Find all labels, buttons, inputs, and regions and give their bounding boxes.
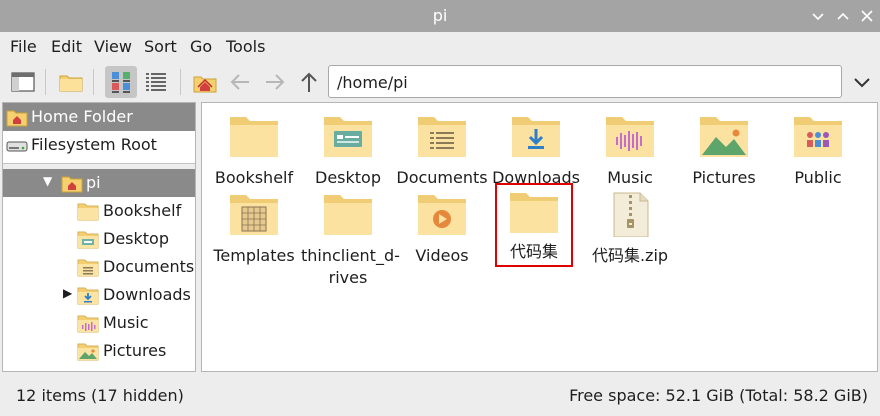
icon-view-button[interactable] [105,66,137,98]
tree-item-desktop[interactable]: Desktop [3,225,195,253]
menu-tools[interactable]: Tools [226,37,265,56]
place-filesystem-root[interactable]: Filesystem Root [3,131,195,159]
tree-label: pi [86,173,101,192]
home-button[interactable] [189,66,221,98]
menu-file[interactable]: File [10,37,37,56]
path-history-dropdown[interactable] [846,66,878,98]
menu-view[interactable]: View [94,37,132,56]
tree-label: Documents [103,257,195,276]
downloads-folder-icon [510,113,562,159]
desktop-folder-icon [322,113,374,159]
side-panel: Home Folder Filesystem Root ▼ pi Bookshe… [2,102,196,372]
list-view-button[interactable] [140,66,172,98]
new-window-button[interactable] [7,66,39,98]
expander-down-icon[interactable]: ▼ [43,174,52,188]
tree-label: Desktop [103,229,169,248]
close-icon[interactable] [858,7,876,25]
tree-item-downloads[interactable]: ▶ Downloads [3,281,195,309]
toolbar-separator [180,69,181,95]
file-item-thinclient-drives[interactable]: thinclient_d- rives [301,181,400,289]
expander-right-icon[interactable]: ▶ [63,286,72,300]
free-space: Free space: 52.1 GiB (Total: 58.2 GiB) [569,386,868,405]
menu-sort[interactable]: Sort [144,37,177,56]
file-name: 代码集.zip [591,246,669,265]
pictures-folder-icon [77,343,99,361]
tree-item-music[interactable]: Music [3,309,195,337]
file-name: Templates [213,246,295,265]
file-item-code-collection[interactable]: 代码集 [495,183,573,267]
place-label: Filesystem Root [31,135,157,154]
file-item-templates[interactable]: Templates [207,181,301,267]
folder-icon [77,203,99,221]
folder-icon [508,189,560,235]
path-bar[interactable] [328,65,842,98]
new-tab-button[interactable] [55,66,87,98]
path-input[interactable] [337,72,827,92]
public-folder-icon [792,113,844,159]
window-title: pi [432,6,448,25]
place-home-folder[interactable]: Home Folder [3,103,195,131]
file-item-videos[interactable]: Videos [395,181,489,267]
tree-item-bookshelf[interactable]: Bookshelf [3,197,195,225]
folder-icon [228,113,280,159]
tree-label: Pictures [103,341,167,360]
pictures-folder-icon [698,113,750,159]
up-arrow-icon[interactable] [293,66,325,98]
documents-folder-icon [416,113,468,159]
downloads-folder-icon [77,287,99,305]
menu-bar: File Edit View Sort Go Tools [0,32,880,60]
toolbar-separator [93,69,94,95]
music-folder-icon [77,315,99,333]
tree-item-pictures[interactable]: Pictures [3,337,195,365]
file-item-bookshelf[interactable]: Bookshelf [207,103,301,189]
home-icon [61,176,83,193]
file-item-desktop[interactable]: Desktop [301,103,395,189]
home-icon [6,110,28,127]
file-item-pictures[interactable]: Pictures [677,103,771,189]
file-name: Public [794,168,842,187]
zip-archive-icon [604,191,656,238]
status-bar: 12 items (17 hidden) Free space: 52.1 Gi… [0,374,880,416]
file-name: thinclient_d- rives [301,246,400,287]
file-name: Pictures [692,168,756,187]
tree-label: Downloads [103,285,191,304]
menu-edit[interactable]: Edit [51,37,82,56]
file-item-downloads[interactable]: Downloads [489,103,583,189]
tree-label: Bookshelf [103,201,182,220]
tree-item-pi[interactable]: ▼ pi [3,169,195,197]
minimize-icon[interactable] [809,7,827,25]
file-name: Videos [415,246,469,265]
items-count: 12 items (17 hidden) [16,386,184,405]
tree-item-documents[interactable]: Documents [3,253,195,281]
title-bar: pi [0,0,880,32]
file-item-public[interactable]: Public [771,103,865,189]
drive-icon [6,141,28,152]
place-label: Home Folder [31,107,133,126]
file-item-documents[interactable]: Documents [395,103,489,189]
toolbar-separator [45,69,46,95]
file-name: 代码集 [509,242,558,261]
tree-label: Music [103,313,149,332]
documents-folder-icon [77,259,99,277]
forward-arrow-icon[interactable] [259,66,291,98]
folder-icon [322,191,374,237]
back-arrow-icon[interactable] [224,66,256,98]
templates-folder-icon [228,191,280,237]
file-item-music[interactable]: Music [583,103,677,189]
menu-go[interactable]: Go [190,37,212,56]
desktop-folder-icon [77,231,99,249]
maximize-icon[interactable] [834,7,852,25]
videos-folder-icon [416,191,468,237]
music-folder-icon [604,113,656,159]
file-view: Bookshelf Desktop Documents Downloads Mu… [201,102,878,372]
file-item-code-collection-zip[interactable]: 代码集.zip [583,181,677,267]
